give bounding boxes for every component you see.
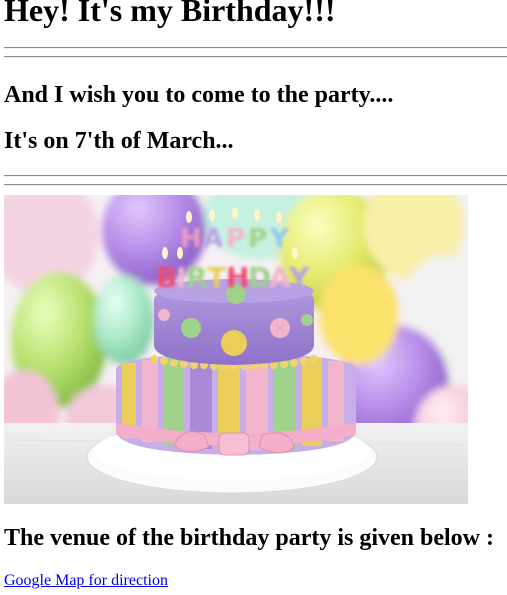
horizontal-rule [4,56,507,58]
svg-text:P: P [248,224,267,254]
date-text: It's on 7'th of March... [4,128,234,154]
horizontal-rule [4,184,507,186]
svg-text:Y: Y [288,261,310,294]
divider-top [4,47,507,58]
svg-text:A: A [203,224,223,254]
svg-text:H: H [226,261,249,294]
google-map-link[interactable]: Google Map for direction [4,572,168,590]
svg-text:R: R [186,261,208,294]
svg-text:H: H [180,224,202,254]
divider-middle [4,175,507,186]
svg-text:P: P [226,224,245,254]
venue-heading: The venue of the birthday party is given… [4,525,495,551]
birthday-cake-image: H A P P Y B I R T H D A Y [4,195,468,504]
svg-text:B: B [156,261,177,294]
invite-text: And I wish you to come to the party.... [4,82,394,108]
svg-text:I: I [176,261,186,294]
svg-text:A: A [269,261,291,294]
svg-text:T: T [207,261,226,294]
svg-text:Y: Y [269,224,290,254]
svg-text:D: D [248,261,271,294]
page-title: Hey! It's my Birthday!!! [4,0,336,28]
